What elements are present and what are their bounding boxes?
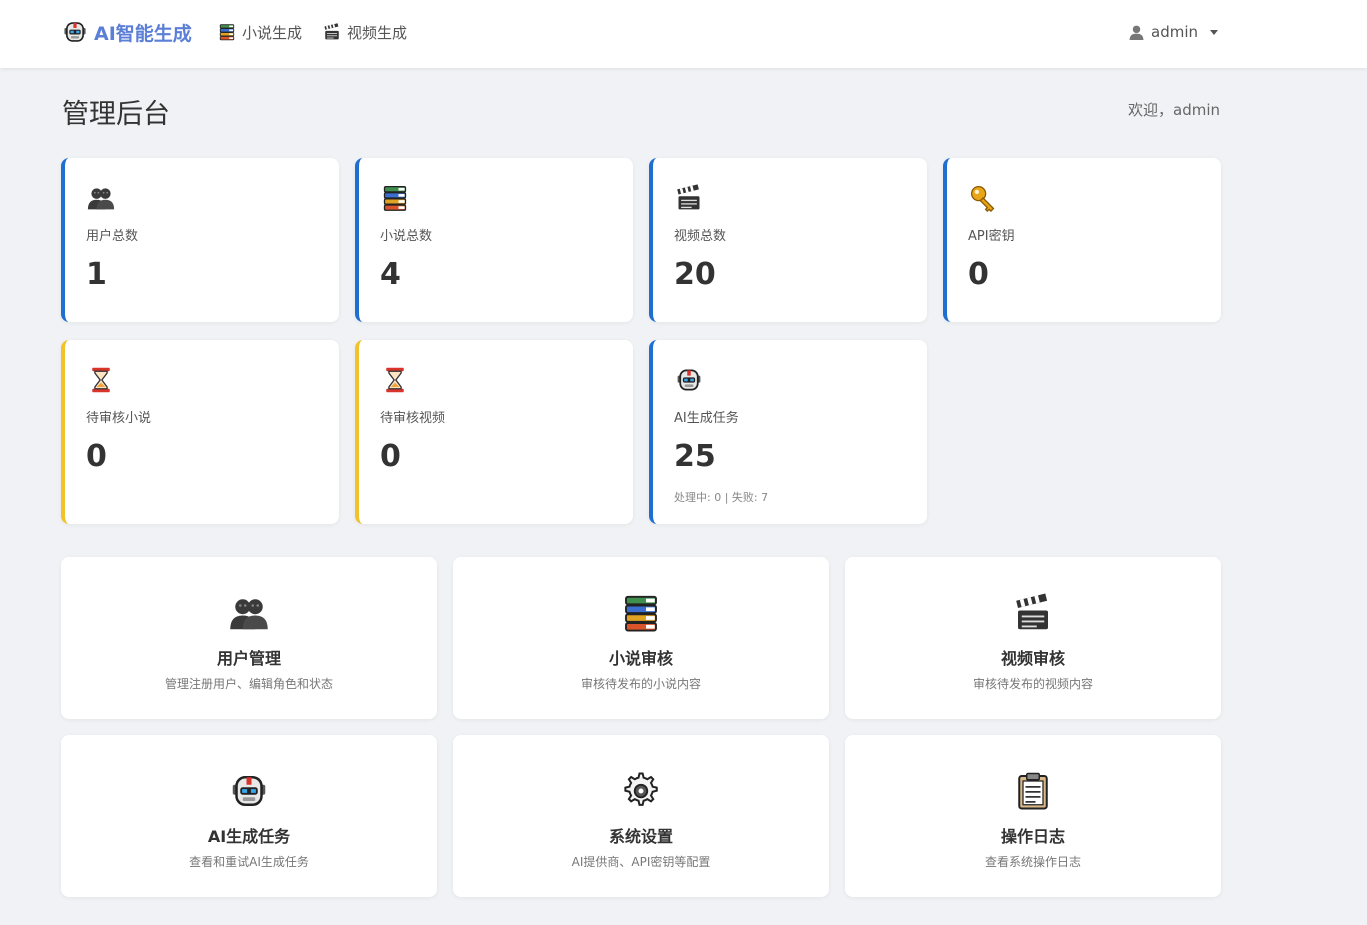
hourglass-icon <box>87 366 115 394</box>
key-icon <box>969 184 997 212</box>
stat-label: 待审核视频 <box>380 411 446 426</box>
nav-video-generation[interactable]: 视频生成 <box>323 20 407 44</box>
welcome-text: 欢迎，admin <box>1128 101 1220 119</box>
action-desc: 审核待发布的小说内容 <box>580 677 701 691</box>
clipboard-icon <box>1013 771 1053 811</box>
action-card-system-settings[interactable]: 系统设置 AI提供商、API密钥等配置 <box>453 735 829 897</box>
clapper-icon <box>1013 593 1053 633</box>
action-card-user-management[interactable]: 用户管理 管理注册用户、编辑角色和状态 <box>61 557 437 719</box>
top-navbar: AI智能生成 小说生成 视频生成 admin <box>0 0 1367 68</box>
stat-value: 0 <box>380 439 401 474</box>
action-title: 小说审核 <box>608 649 673 668</box>
books-icon <box>621 593 661 633</box>
stat-label: API密钥 <box>968 229 1015 244</box>
action-card-novel-review[interactable]: 小说审核 审核待发布的小说内容 <box>453 557 829 719</box>
stat-card-novels: 小说总数 4 <box>355 158 633 322</box>
action-desc: 审核待发布的视频内容 <box>972 677 1093 691</box>
page-title: 管理后台 <box>62 99 170 130</box>
stat-value: 0 <box>86 439 107 474</box>
action-title: 视频审核 <box>1000 649 1065 668</box>
stat-label: 小说总数 <box>380 229 433 244</box>
user-name: admin <box>1151 23 1198 41</box>
robot-icon <box>675 366 703 394</box>
action-card-operation-log[interactable]: 操作日志 查看系统操作日志 <box>845 735 1221 897</box>
nav-video-label: 视频生成 <box>347 23 408 42</box>
users-icon <box>229 593 269 633</box>
nav-novel-label: 小说生成 <box>242 23 303 42</box>
hourglass-icon <box>381 366 409 394</box>
stat-value: 20 <box>674 257 716 292</box>
action-card-ai-tasks[interactable]: AI生成任务 查看和重试AI生成任务 <box>61 735 437 897</box>
stat-label: 视频总数 <box>674 229 727 244</box>
stat-label: 用户总数 <box>86 229 139 244</box>
robot-icon <box>229 771 269 811</box>
stat-sub-text: 处理中: 0 | 失败: 7 <box>674 491 769 504</box>
user-icon <box>1128 24 1145 41</box>
stat-card-ai-tasks: AI生成任务 25 处理中: 0 | 失败: 7 <box>649 340 927 524</box>
books-icon <box>381 184 409 212</box>
action-desc: 管理注册用户、编辑角色和状态 <box>164 677 333 691</box>
action-title: AI生成任务 <box>207 827 291 846</box>
stat-card-api-keys: API密钥 0 <box>943 158 1221 322</box>
action-card-video-review[interactable]: 视频审核 审核待发布的视频内容 <box>845 557 1221 719</box>
robot-icon <box>62 19 88 45</box>
nav-novel-generation[interactable]: 小说生成 <box>218 20 302 44</box>
users-icon <box>87 184 115 212</box>
brand-text: AI智能生成 <box>94 22 192 45</box>
action-title: 操作日志 <box>1000 827 1065 846</box>
user-dropdown[interactable]: admin <box>1128 20 1218 44</box>
stat-label: AI生成任务 <box>674 411 739 426</box>
clapper-icon <box>323 23 341 41</box>
stat-value: 1 <box>86 257 107 292</box>
gear-icon <box>621 771 661 811</box>
clapper-icon <box>675 184 703 212</box>
action-title: 系统设置 <box>608 827 673 846</box>
action-title: 用户管理 <box>216 649 281 668</box>
stat-card-pending-novels: 待审核小说 0 <box>61 340 339 524</box>
stat-value: 25 <box>674 439 716 474</box>
action-desc: 查看系统操作日志 <box>984 855 1081 869</box>
stat-label: 待审核小说 <box>86 411 152 426</box>
action-desc: AI提供商、API密钥等配置 <box>571 855 711 869</box>
books-icon <box>218 23 236 41</box>
brand-link[interactable]: AI智能生成 <box>62 18 192 46</box>
stat-value: 0 <box>968 257 989 292</box>
stat-card-pending-videos: 待审核视频 0 <box>355 340 633 524</box>
stat-value: 4 <box>380 257 401 292</box>
action-desc: 查看和重试AI生成任务 <box>189 855 309 869</box>
stat-card-users: 用户总数 1 <box>61 158 339 322</box>
stat-card-videos: 视频总数 20 <box>649 158 927 322</box>
caret-down-icon <box>1210 29 1218 35</box>
